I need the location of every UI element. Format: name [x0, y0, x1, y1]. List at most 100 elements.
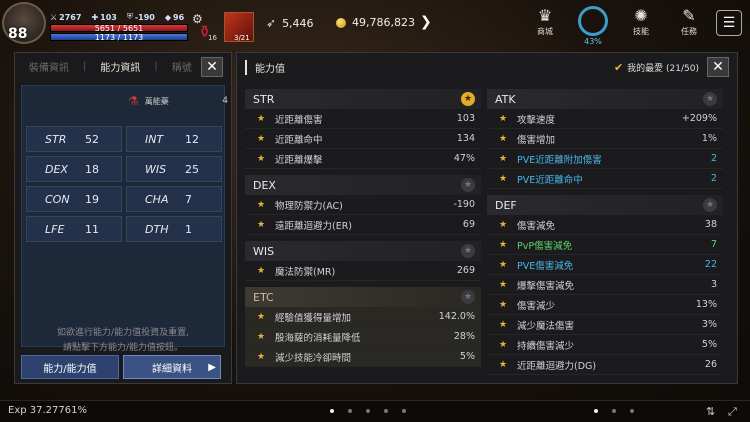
- stat-row: ★ 持續傷害減少 5%: [487, 335, 723, 355]
- star-icon: ★: [499, 113, 508, 124]
- stats-column-right: ATK ★ ★ 攻擊速度 +209% ★ 傷害增加 1% ★ PVE近距離附加傷害 2 ★ PVE近距離…: [487, 89, 723, 381]
- star-icon: ★: [499, 219, 508, 230]
- stat-value: 3: [710, 279, 717, 290]
- stat-label: PVE近距離附加傷害: [517, 154, 602, 166]
- star-icon[interactable]: ★: [703, 198, 717, 212]
- favorite-toggle[interactable]: ✔ 我的最愛 (21/50): [614, 61, 699, 74]
- star-icon[interactable]: ★: [703, 92, 717, 106]
- star-icon: ★: [257, 331, 266, 342]
- stat-label: 物理防禦力(AC): [275, 200, 343, 212]
- stat-value: 18: [85, 162, 99, 176]
- page-dots-right: [594, 409, 634, 413]
- stat-name: DTH: [145, 222, 169, 236]
- stat-label: 經驗值獲得量增加: [275, 312, 352, 324]
- stat-row: ★ 物理防禦力(AC) -190: [245, 195, 481, 215]
- stat-value: 52: [85, 132, 99, 146]
- potion-count: 16: [208, 34, 217, 42]
- section-title: DEX: [253, 178, 276, 192]
- section-body: ★ 傷害減免 38 ★ PvP傷害減免 7 ★ PVE傷害減免 22 ★ 爆擊傷害減免 3 ★ 傷害減少 1…: [487, 215, 723, 375]
- tab-ability[interactable]: 能力資訊: [100, 59, 140, 74]
- ability-button[interactable]: 能力/能力值: [21, 355, 119, 379]
- star-icon: ★: [499, 299, 508, 310]
- gauge-percent: 43%: [584, 37, 602, 46]
- close-icon[interactable]: ✕: [707, 57, 729, 77]
- section-title: ETC: [253, 290, 274, 304]
- stat-row: ★ 近距離爆擊 47%: [245, 149, 481, 169]
- stat-cha: CHA 7: [126, 186, 222, 212]
- stat-label: 殷海薩的消耗量降低: [275, 332, 361, 344]
- stat-lfe: LFE 11: [26, 216, 122, 242]
- tab-equipment[interactable]: 裝備資訊: [29, 59, 69, 74]
- detail-button[interactable]: 詳細資料 ▶: [123, 355, 221, 379]
- menu-shop[interactable]: ♛ 商城: [530, 6, 560, 46]
- panel-tabs: 裝備資訊 | 能力資訊 | 稱號: [15, 53, 231, 79]
- stat-label: 遠距離迴避力(ER): [275, 220, 353, 232]
- stat-row: ★ 殷海薩的消耗量降低 28%: [245, 327, 481, 347]
- stat-label: 持續傷害減少: [517, 340, 575, 352]
- section-header: WIS ★: [245, 241, 481, 261]
- stat-label: PvP傷害減免: [517, 240, 573, 252]
- hud-stat-row: ⚔ 2767 ✚ 103 ⛨ -190 ◆ 96: [50, 12, 184, 22]
- stat-name: CON: [45, 192, 70, 206]
- stat-row: ★ 近距離迴避力(DG) 26: [487, 355, 723, 375]
- close-icon[interactable]: ✕: [201, 57, 223, 77]
- star-icon: ★: [499, 239, 508, 250]
- stat-value: -190: [453, 199, 475, 210]
- stat-value: 269: [456, 265, 475, 276]
- top-hud: 88 ⚔ 2767 ✚ 103 ⛨ -190 ◆ 96 5651 / 5651 1173…: [0, 0, 750, 46]
- stat-section: DEF ★ ★ 傷害減免 38 ★ PvP傷害減免 7 ★ PVE傷害減免 22 ★ 爆擊傷害減免 3 ★ 傷…: [487, 195, 723, 375]
- section-header: STR ★: [245, 89, 481, 109]
- page-dot[interactable]: [366, 409, 370, 413]
- stat-value: 2: [710, 153, 717, 164]
- stat-label: PVE近距離命中: [517, 174, 583, 186]
- stat-section: DEX ★ ★ 物理防禦力(AC) -190 ★ 遠距離迴避力(ER) 69: [245, 175, 481, 235]
- swap-icon[interactable]: ⇅: [706, 405, 715, 418]
- stat-label: 爆擊傷害減免: [517, 280, 575, 292]
- section-header: ETC ★: [245, 287, 481, 307]
- star-icon[interactable]: ★: [461, 290, 475, 304]
- stat-value: 1: [185, 222, 192, 236]
- star-icon[interactable]: ★: [461, 178, 475, 192]
- stat-con: CON 19: [26, 186, 122, 212]
- menu-skill[interactable]: ✺ 技能: [626, 6, 656, 46]
- checkmark-icon: ✔: [613, 61, 624, 74]
- star-icon: ★: [499, 153, 508, 164]
- page-dot[interactable]: [612, 409, 616, 413]
- elixir-row: ⚗ 萬能藥 4: [128, 94, 228, 108]
- page-dot[interactable]: [594, 409, 598, 413]
- page-dot[interactable]: [402, 409, 406, 413]
- stat-value: 7: [710, 239, 717, 250]
- menu-quest-label: 任務: [681, 27, 697, 36]
- ability-stats-box: ⚗ 萬能藥 4 STR 52 INT 12 DEX 18 WIS 25 CON 19 CH…: [21, 85, 228, 353]
- menu-skill-label: 技能: [633, 27, 649, 36]
- chevron-right-icon[interactable]: ❯: [420, 14, 432, 30]
- star-icon: ★: [499, 319, 508, 330]
- tab-title[interactable]: 稱號: [172, 59, 192, 74]
- star-icon[interactable]: ★: [461, 244, 475, 258]
- stat-value: 28%: [453, 331, 475, 342]
- star-icon[interactable]: ★: [461, 92, 475, 106]
- ability-value-panel: 能力值 ✔ 我的最愛 (21/50) ✕ STR ★ ★ 近距離傷害 103 ★ 近距離命中…: [236, 52, 738, 384]
- stat-label: 減少魔法傷害: [517, 320, 575, 332]
- menu-gauge[interactable]: 43%: [578, 6, 608, 46]
- hud-stat: ⚔ 2767: [50, 12, 82, 22]
- stat-value: 142.0%: [438, 311, 475, 322]
- reset-note: 如欲進行能力/能力值投資及重置, 請點擊下方能力/能力值按鈕。: [32, 326, 214, 356]
- fullscreen-icon[interactable]: ⤢: [728, 405, 737, 419]
- hamburger-menu-icon[interactable]: ☰: [716, 10, 742, 36]
- stat-value: 2: [710, 173, 717, 184]
- page-dot[interactable]: [348, 409, 352, 413]
- star-icon: ★: [499, 279, 508, 290]
- star-icon: ★: [257, 113, 266, 124]
- resource-a-value: 5,446: [282, 16, 314, 30]
- page-dot[interactable]: [330, 409, 334, 413]
- stat-label: 減少技能冷卻時間: [275, 352, 352, 364]
- menu-quest[interactable]: ✎ 任務: [674, 6, 704, 46]
- stat-name: CHA: [145, 192, 169, 206]
- page-dot[interactable]: [384, 409, 388, 413]
- stat-label: 傷害增加: [517, 134, 556, 146]
- stat-row: ★ PvP傷害減免 7: [487, 235, 723, 255]
- section-header: ATK ★: [487, 89, 723, 109]
- page-dot[interactable]: [630, 409, 634, 413]
- stat-str: STR 52: [26, 126, 122, 152]
